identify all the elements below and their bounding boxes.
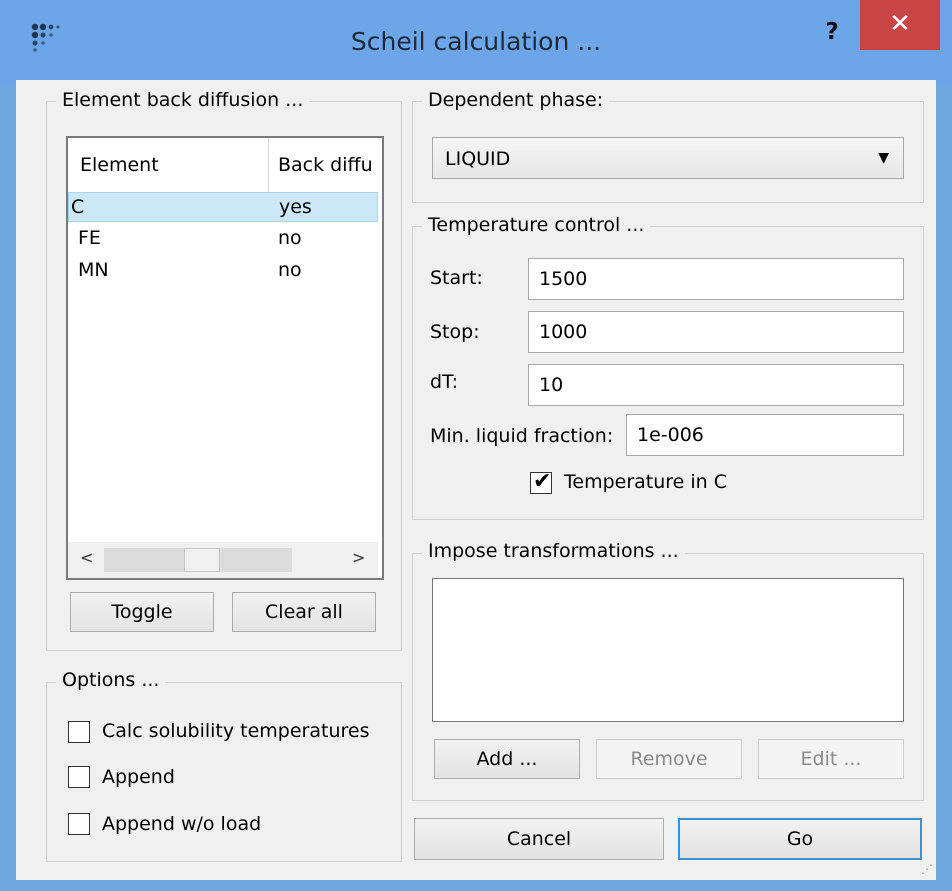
temperature-in-c-checkbox[interactable]: ✔ [530,469,552,494]
transformations-list[interactable] [432,578,904,722]
calc-solubility-label: Calc solubility temperatures [102,720,370,742]
options-group [46,682,402,862]
min-liquid-fraction-label: Min. liquid fraction: [430,425,614,447]
clear-all-button[interactable]: Clear all [232,592,376,632]
go-button[interactable]: Go [678,818,922,860]
row-back-diffusion: no [278,259,302,281]
help-button[interactable]: ? [812,12,852,52]
row-back-diffusion: yes [279,196,312,218]
chevron-down-icon: ▼ [878,150,889,166]
append-wo-load-label: Append w/o load [102,813,262,835]
dependent-phase-value: LIQUID [445,148,511,170]
cancel-button[interactable]: Cancel [414,818,664,860]
resize-grip-icon[interactable]: ⋰ [921,862,933,876]
dependent-phase-title: Dependent phase: [422,89,610,111]
toggle-button[interactable]: Toggle [70,592,214,632]
start-label: Start: [430,267,483,289]
temperature-control-title: Temperature control ... [422,214,651,236]
start-input[interactable] [528,258,904,300]
add-button[interactable]: Add ... [434,739,580,779]
column-header-back-diffusion[interactable]: Back diffu [278,154,373,176]
dt-label: dT: [430,371,458,393]
element-back-diffusion-title: Element back diffusion ... [56,89,310,111]
scroll-track[interactable] [104,548,292,572]
edit-button[interactable]: Edit ... [758,739,904,779]
list-row-mn[interactable]: MN no [68,256,378,286]
list-header: Element Back diffu [68,138,382,198]
append-wo-load-checkbox[interactable] [68,813,90,835]
title-bar[interactable]: Scheil calculation ... ? ✕ [0,0,952,86]
column-divider[interactable] [268,138,269,194]
impose-transformations-title: Impose transformations ... [422,540,685,562]
checkmark-icon: ✔ [533,469,552,494]
list-row-fe[interactable]: FE no [68,224,378,254]
append-checkbox[interactable] [68,766,90,788]
calc-solubility-checkbox[interactable] [68,721,90,743]
min-liquid-fraction-input[interactable] [626,414,904,456]
scroll-thumb[interactable] [184,548,220,572]
window-title: Scheil calculation ... [350,27,602,56]
column-header-element[interactable]: Element [80,154,159,176]
row-element: C [71,196,85,218]
stop-label: Stop: [430,321,480,343]
scroll-right-icon[interactable]: > [352,548,365,567]
row-element: FE [78,227,101,249]
dependent-phase-select[interactable]: LIQUID ▼ [432,137,904,179]
temperature-in-c-label: Temperature in C [564,471,728,493]
close-button[interactable]: ✕ [860,0,940,50]
horizontal-scrollbar[interactable]: < > [68,542,378,578]
row-back-diffusion: no [278,227,302,249]
append-label: Append [102,766,175,788]
dialog-body: Element back diffusion ... Element Back … [16,80,936,880]
remove-button[interactable]: Remove [596,739,742,779]
dt-input[interactable] [528,364,904,406]
row-element: MN [78,259,109,281]
list-row-c[interactable]: C yes [68,192,378,222]
element-list[interactable]: Element Back diffu C yes FE no MN no < > [66,136,384,580]
scroll-left-icon[interactable]: < [80,548,93,567]
options-title: Options ... [56,669,166,691]
stop-input[interactable] [528,311,904,353]
